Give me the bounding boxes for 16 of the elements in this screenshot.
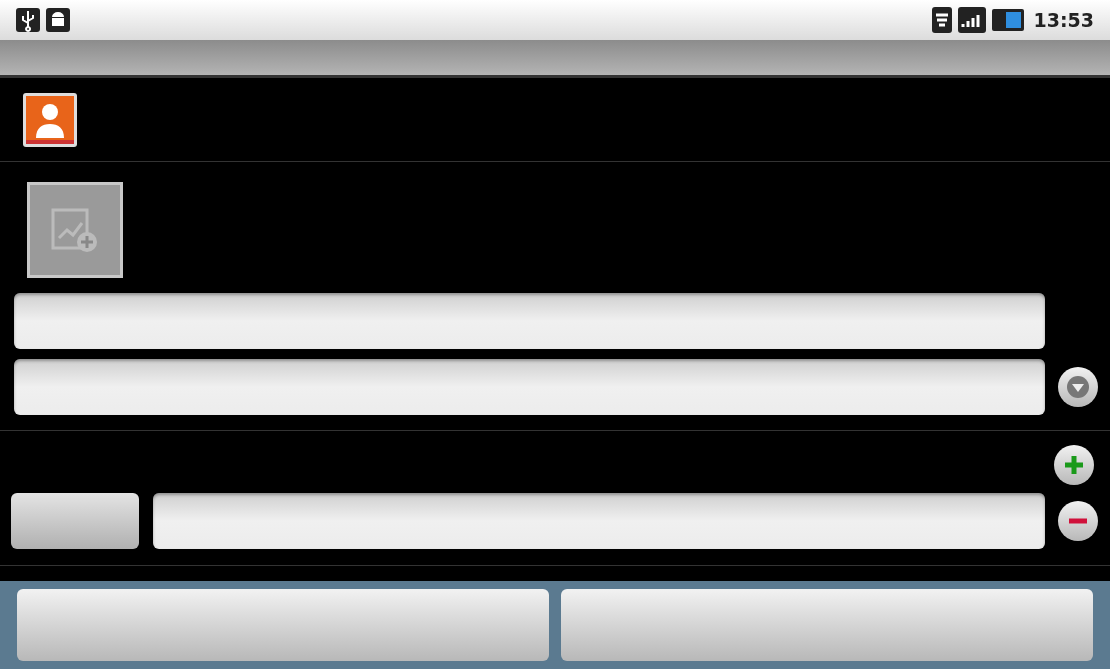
action-button[interactable]	[561, 589, 1093, 661]
battery-icon	[991, 9, 1024, 31]
add-icon[interactable]	[1054, 445, 1094, 485]
clock-time: 13:53	[1033, 7, 1094, 33]
input-field[interactable]	[14, 359, 1045, 415]
usb-icon	[16, 8, 40, 32]
label-button[interactable]	[11, 493, 139, 549]
add-photo-button[interactable]	[27, 182, 123, 278]
contact-icon	[22, 91, 78, 148]
input-field[interactable]	[14, 293, 1045, 349]
wifi-icon	[931, 7, 952, 33]
input-field[interactable]	[153, 493, 1045, 549]
expand-icon[interactable]	[1058, 367, 1098, 407]
signal-icon	[957, 7, 986, 33]
remove-icon[interactable]	[1058, 501, 1098, 541]
action-button[interactable]	[17, 589, 549, 661]
